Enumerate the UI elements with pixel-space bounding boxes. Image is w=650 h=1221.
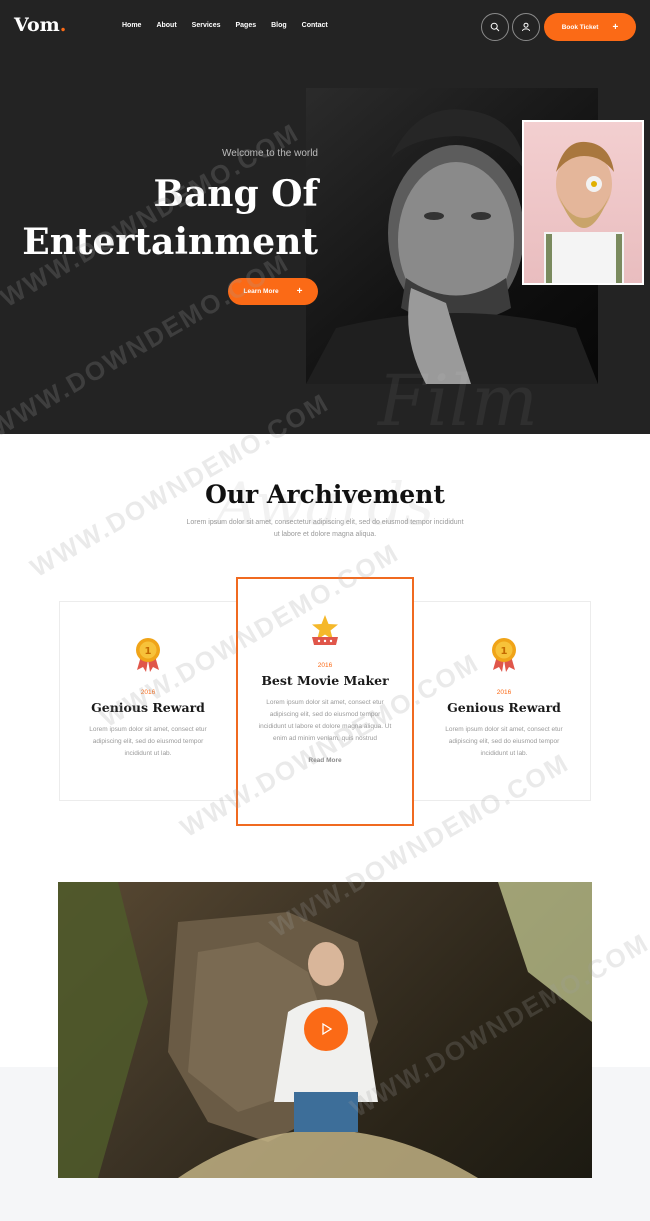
nav-services[interactable]: Services: [192, 22, 221, 29]
account-button[interactable]: [512, 13, 540, 41]
card-title: Genious Reward: [91, 700, 205, 715]
hero-inset-photo: [522, 120, 644, 285]
card-year: 2016: [317, 662, 333, 669]
hero-section: Vom. Home About Services Pages Blog Cont…: [0, 0, 650, 434]
svg-text:1: 1: [501, 646, 508, 657]
star-award-icon: [312, 615, 338, 645]
card-title: Best Movie Maker: [261, 673, 389, 688]
nav-pages[interactable]: Pages: [235, 22, 256, 29]
nav-blog[interactable]: Blog: [271, 22, 287, 29]
plus-icon: +: [296, 286, 303, 297]
main-nav: Home About Services Pages Blog Contact: [122, 22, 328, 29]
nav-contact[interactable]: Contact: [302, 22, 328, 29]
achievement-title: Our Archivement: [205, 480, 445, 509]
search-icon: [490, 22, 500, 32]
book-ticket-button[interactable]: Book Ticket +: [544, 13, 636, 41]
medal-icon: 1: [136, 638, 160, 672]
user-icon: [522, 22, 530, 32]
read-more-link[interactable]: Read More: [258, 757, 392, 764]
svg-text:1: 1: [145, 646, 152, 657]
achievement-card-2: 2016 Best Movie Maker Lorem ipsum dolor …: [236, 577, 414, 826]
card-year: 2016: [496, 689, 512, 696]
hero-script-watermark: Film: [378, 360, 538, 434]
card-body: Lorem ipsum dolor sit amet, consect etur…: [89, 726, 207, 757]
plus-icon: +: [612, 21, 619, 33]
card-body: Lorem ipsum dolor sit amet, consect etur…: [445, 726, 563, 757]
play-icon: [322, 1022, 333, 1036]
medal-icon: 1: [492, 638, 516, 672]
nav-about[interactable]: About: [156, 22, 176, 29]
card-body: Lorem ipsum dolor sit amet, consect etur…: [258, 699, 392, 742]
achievement-card-3: 1 2016 Genious Reward Lorem ipsum dolor …: [438, 636, 570, 760]
achievement-card-1: 1 2016 Genious Reward Lorem ipsum dolor …: [82, 636, 214, 760]
card-title: Genious Reward: [447, 700, 561, 715]
learn-more-button[interactable]: Learn More +: [228, 278, 318, 305]
nav-home[interactable]: Home: [122, 22, 141, 29]
hero-title: Bang Of Entertainment: [22, 173, 318, 263]
card-year: 2016: [140, 689, 156, 696]
play-video-button[interactable]: [304, 1007, 348, 1051]
logo[interactable]: Vom.: [14, 14, 66, 36]
achievement-description: Lorem ipsum dolor sit amet, consectetur …: [186, 519, 464, 538]
hero-welcome-text: Welcome to the world: [222, 148, 318, 159]
search-button[interactable]: [481, 13, 509, 41]
